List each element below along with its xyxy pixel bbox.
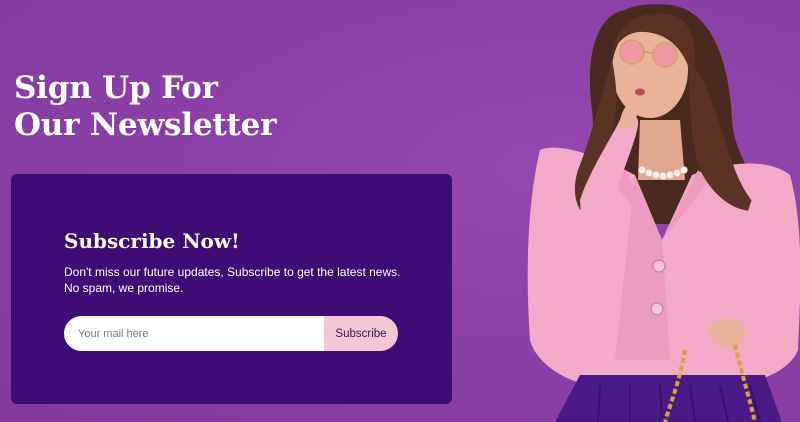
model-image [527, 4, 800, 422]
page-title: Sign Up For Our Newsletter [14, 70, 276, 144]
description-line-2: No spam, we promise. [64, 281, 184, 295]
subscribe-form: Subscribe [64, 316, 398, 351]
title-line-2: Our Newsletter [14, 107, 277, 143]
title-line-1: Sign Up For [14, 70, 218, 106]
card-description: Don't miss our future updates, Subscribe… [64, 264, 404, 296]
subscribe-card: Subscribe Now! Don't miss our future upd… [11, 174, 452, 404]
subscribe-button[interactable]: Subscribe [324, 316, 398, 351]
card-title: Subscribe Now! [64, 229, 240, 253]
description-line-1: Don't miss our future updates, Subscribe… [64, 265, 401, 279]
email-input[interactable] [64, 316, 324, 351]
